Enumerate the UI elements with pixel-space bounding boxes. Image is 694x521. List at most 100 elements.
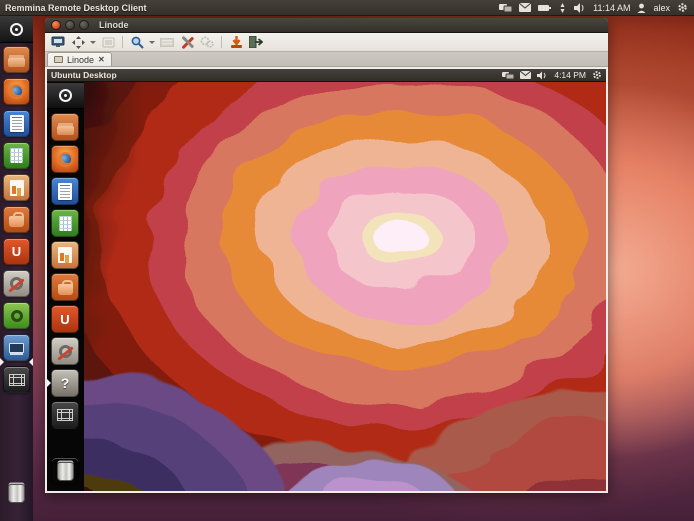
remote-launcher-item-ubuntu-one[interactable]: U xyxy=(51,305,79,333)
green-ring-icon xyxy=(11,310,23,322)
host-username[interactable]: alex xyxy=(653,3,670,13)
impress-presentation-icon xyxy=(10,180,24,196)
remote-desktop-title: Ubuntu Desktop xyxy=(47,70,117,80)
tab-close-icon[interactable]: ✕ xyxy=(98,55,105,64)
gear-wrench-icon xyxy=(10,277,23,290)
toolbar-separator xyxy=(122,36,123,48)
launcher-item-firefox[interactable] xyxy=(3,78,30,105)
mail-icon[interactable] xyxy=(519,3,531,12)
launcher-item-impress[interactable] xyxy=(3,174,30,201)
ubuntu-logo-icon xyxy=(10,23,23,36)
maximize-button[interactable] xyxy=(79,20,89,30)
scaled-mode-icon[interactable] xyxy=(99,35,117,50)
remote-launcher-item-workspace-switcher[interactable] xyxy=(51,401,79,429)
calc-spreadsheet-icon xyxy=(10,148,23,163)
connect-display-icon[interactable] xyxy=(49,35,67,50)
host-clock[interactable]: 11:14 AM xyxy=(593,3,630,13)
remote-launcher-item-calc[interactable] xyxy=(51,209,79,237)
folder-drawer-icon xyxy=(8,58,25,67)
calc-spreadsheet-icon xyxy=(59,216,72,231)
user-icon[interactable] xyxy=(637,3,646,13)
running-marker-arrow xyxy=(0,358,4,366)
letter-u-icon: U xyxy=(60,312,69,327)
launcher-item-calc[interactable] xyxy=(3,142,30,169)
chevron-down-icon[interactable] xyxy=(90,41,96,44)
mail-icon[interactable] xyxy=(520,71,531,79)
writer-document-icon xyxy=(10,115,24,132)
tab-linode[interactable]: Linode ✕ xyxy=(47,52,112,66)
remote-clock[interactable]: 4:14 PM xyxy=(554,70,586,80)
launcher-item-home-folder[interactable] xyxy=(3,46,30,73)
displays-icon[interactable] xyxy=(502,71,514,80)
launcher-item-writer[interactable] xyxy=(3,110,30,137)
remote-desktop: Ubuntu Desktop 4:14 PM xyxy=(47,69,606,491)
letter-u-icon: U xyxy=(12,244,21,259)
displays-icon[interactable] xyxy=(499,3,512,13)
launcher-item-workspace-switcher[interactable] xyxy=(3,366,30,393)
workspace-grid-icon xyxy=(9,374,25,386)
remote-launcher-item-trash[interactable] xyxy=(51,457,79,485)
remote-wallpaper-art xyxy=(84,82,606,491)
gears-icon[interactable] xyxy=(198,35,216,50)
writer-document-icon xyxy=(58,183,72,200)
remote-launcher-item-writer[interactable] xyxy=(51,177,79,205)
host-unity-launcher: U xyxy=(0,16,33,521)
battery-icon[interactable] xyxy=(538,4,551,12)
shopping-bag-icon xyxy=(9,216,24,227)
chevron-down-icon[interactable] xyxy=(149,41,155,44)
focused-marker-arrow xyxy=(29,358,33,366)
ubuntu-logo-icon xyxy=(59,89,72,102)
tools-icon[interactable] xyxy=(178,35,196,50)
disconnect-icon[interactable] xyxy=(227,35,245,50)
host-top-panel: Remmina Remote Desktop Client 11:14 AM a… xyxy=(0,0,694,16)
window-title: Linode xyxy=(99,20,129,30)
trash-can-icon xyxy=(8,484,25,503)
remote-display-icon xyxy=(9,343,24,353)
shopping-bag-icon xyxy=(58,284,73,295)
close-button[interactable] xyxy=(51,20,61,30)
gear-wrench-icon xyxy=(59,345,72,358)
gear-icon[interactable] xyxy=(677,2,688,13)
question-mark-icon: ? xyxy=(61,375,70,391)
remote-top-panel: Ubuntu Desktop 4:14 PM xyxy=(47,69,606,82)
minimize-button[interactable] xyxy=(65,20,75,30)
sync-arrows-icon[interactable] xyxy=(558,3,567,13)
gear-icon[interactable] xyxy=(592,70,602,80)
workspace-grid-icon xyxy=(57,409,73,421)
remote-launcher-item-unknown-app[interactable]: ? xyxy=(51,369,79,397)
trash-can-icon xyxy=(57,462,74,481)
launcher-item-green-app[interactable] xyxy=(3,302,30,329)
remote-launcher-item-home-folder[interactable] xyxy=(51,113,79,141)
firefox-icon xyxy=(9,84,24,99)
remmina-window: Linode xyxy=(45,18,608,493)
toolbar-separator xyxy=(221,36,222,48)
launcher-item-dash-home[interactable] xyxy=(0,16,33,43)
connection-tab-icon xyxy=(54,56,63,63)
volume-icon[interactable] xyxy=(574,3,586,13)
remote-launcher-item-software-center[interactable] xyxy=(51,273,79,301)
remote-viewport[interactable]: Ubuntu Desktop 4:14 PM xyxy=(45,67,608,493)
remote-wallpaper xyxy=(84,82,606,491)
volume-icon[interactable] xyxy=(537,71,548,80)
remmina-toolbar xyxy=(45,33,608,52)
launcher-item-ubuntu-one[interactable]: U xyxy=(3,238,30,265)
keyboard-grab-icon[interactable] xyxy=(158,35,176,50)
remote-launcher-item-dash-home[interactable] xyxy=(47,83,84,109)
launcher-item-remmina[interactable] xyxy=(3,334,30,361)
quit-icon[interactable] xyxy=(247,35,265,50)
impress-presentation-icon xyxy=(58,247,72,263)
fullscreen-arrows-icon[interactable] xyxy=(69,35,87,50)
running-marker-arrow xyxy=(47,379,51,387)
connection-tabbar: Linode ✕ xyxy=(45,52,608,67)
firefox-icon xyxy=(58,152,73,167)
launcher-item-system-settings[interactable] xyxy=(3,270,30,297)
window-titlebar[interactable]: Linode xyxy=(45,18,608,33)
remote-launcher-item-system-settings[interactable] xyxy=(51,337,79,365)
desktop-screen: Remmina Remote Desktop Client 11:14 AM a… xyxy=(0,0,694,521)
remote-launcher-item-firefox[interactable] xyxy=(51,145,79,173)
launcher-item-software-center[interactable] xyxy=(3,206,30,233)
zoom-magnifier-icon[interactable] xyxy=(128,35,146,50)
launcher-item-trash[interactable] xyxy=(3,480,30,507)
folder-drawer-icon xyxy=(57,126,74,135)
remote-launcher-item-impress[interactable] xyxy=(51,241,79,269)
